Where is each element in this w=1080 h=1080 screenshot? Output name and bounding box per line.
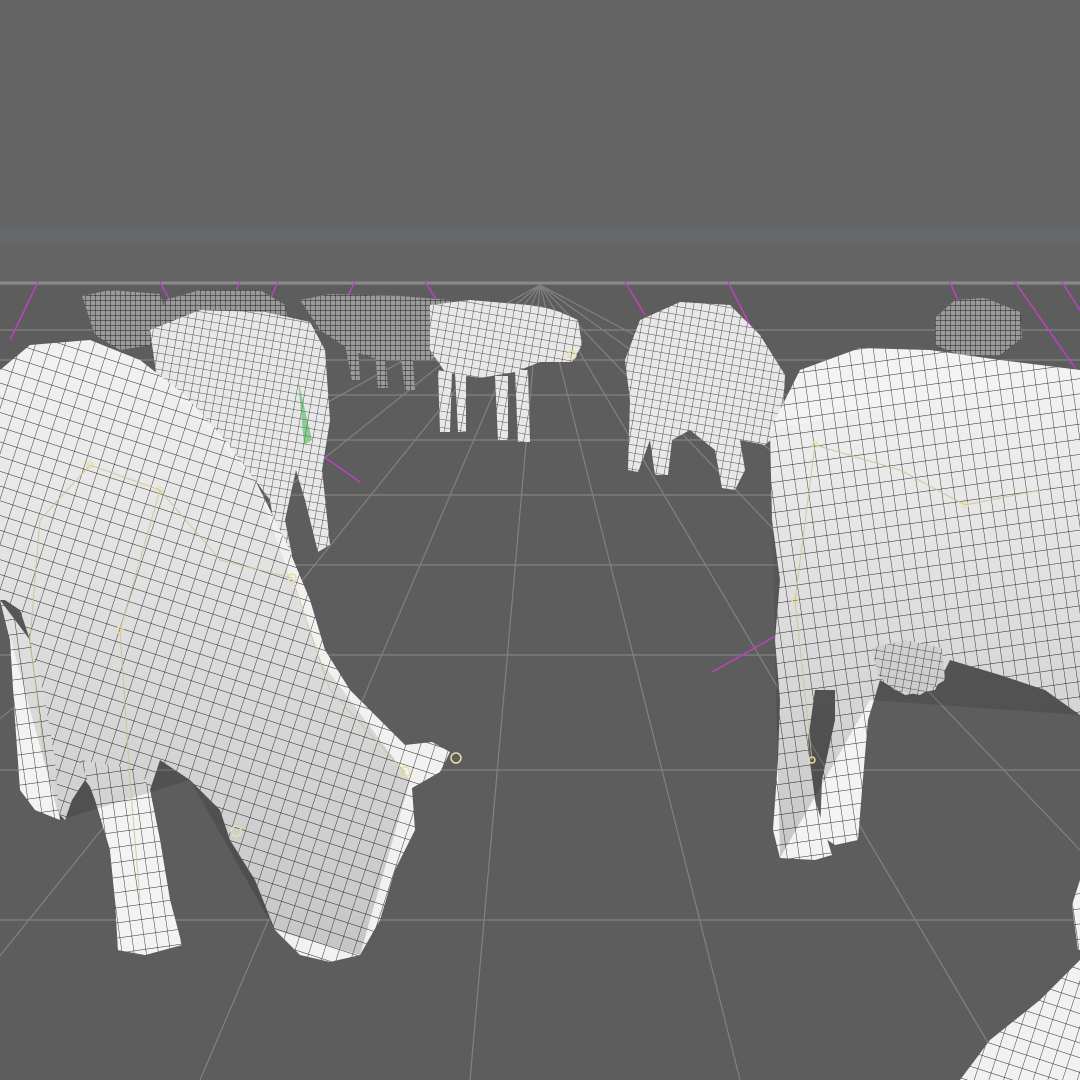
viewport-canvas[interactable] [0,0,1080,1080]
horizon-band [0,228,1080,246]
3d-viewport[interactable] [0,0,1080,1080]
